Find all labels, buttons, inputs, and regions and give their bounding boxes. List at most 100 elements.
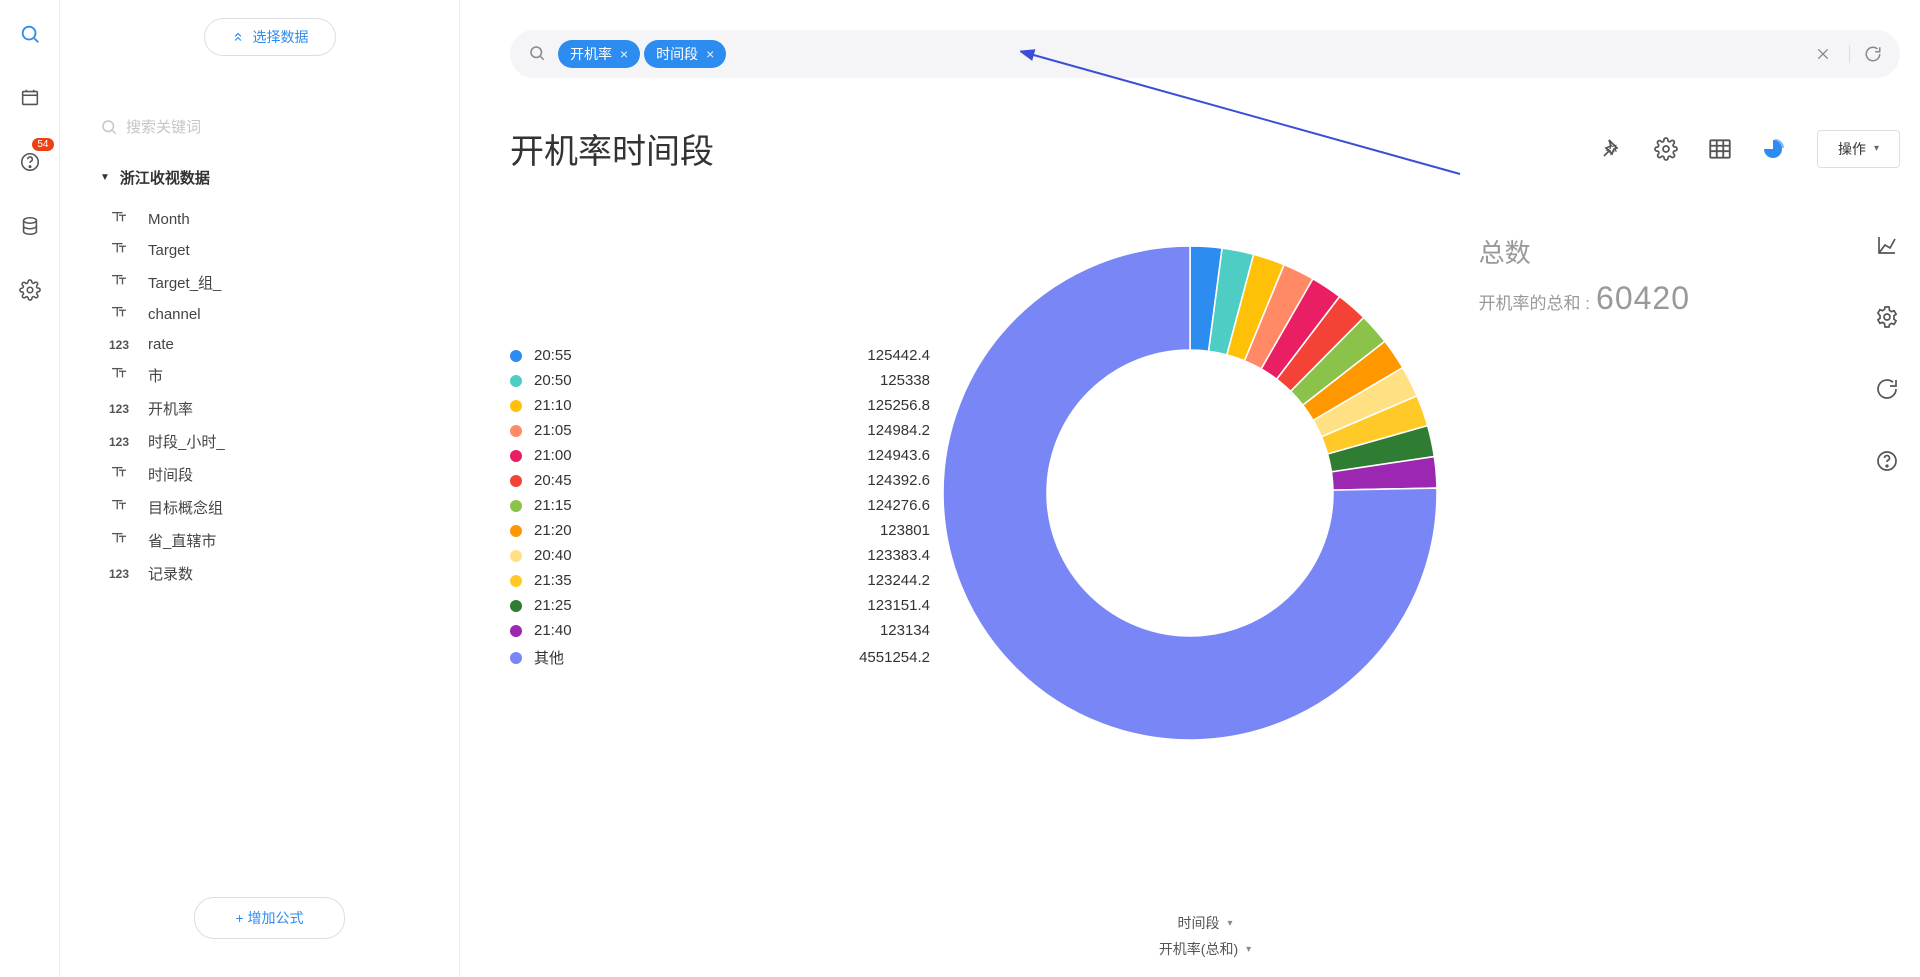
legend-swatch: [510, 450, 522, 462]
field-item[interactable]: Target_组_: [100, 266, 439, 299]
gear-icon[interactable]: [1653, 136, 1679, 162]
select-data-button[interactable]: 选择数据: [204, 18, 336, 56]
field-item[interactable]: 目标概念组: [100, 491, 439, 524]
field-name: 时间段: [148, 464, 193, 485]
legend: 20:55125442.420:5012533821:10125256.821:…: [510, 233, 930, 977]
legend-value: 123801: [880, 522, 930, 539]
legend-label: 21:20: [534, 522, 572, 539]
legend-value: 124984.2: [867, 422, 930, 439]
legend-label: 21:00: [534, 447, 572, 464]
legend-label: 20:55: [534, 347, 572, 364]
legend-value: 124276.6: [867, 497, 930, 514]
legend-swatch: [510, 425, 522, 437]
chevron-down-icon: ▾: [1246, 944, 1251, 955]
legend-swatch: [510, 575, 522, 587]
legend-label: 20:40: [534, 547, 572, 564]
help-icon[interactable]: [1872, 446, 1902, 476]
number-type-icon: 123: [106, 567, 132, 581]
axis-icon[interactable]: [1872, 230, 1902, 260]
chart-area: 20:55125442.420:5012533821:10125256.821:…: [510, 173, 1900, 977]
bottom-measure[interactable]: 开机率(总和)▾: [1159, 939, 1251, 959]
search-bar[interactable]: 开机率 × 时间段×: [510, 30, 1900, 78]
chip-close-icon[interactable]: ×: [620, 46, 628, 62]
field-item[interactable]: 123rate: [100, 330, 439, 359]
legend-item[interactable]: 20:55 125442.4: [510, 343, 930, 368]
toolbar-icons: [1599, 136, 1787, 162]
pin-icon[interactable]: [1599, 136, 1625, 162]
legend-label: 20:45: [534, 472, 572, 489]
legend-swatch: [510, 625, 522, 637]
legend-item[interactable]: 21:40 123134: [510, 618, 930, 643]
clear-icon[interactable]: [1815, 46, 1831, 62]
legend-label: 21:40: [534, 622, 572, 639]
legend-label: 21:25: [534, 597, 572, 614]
rail-search[interactable]: [10, 14, 50, 54]
rail-help-badge: 54: [32, 138, 53, 151]
rail-settings[interactable]: [10, 270, 50, 310]
chevron-down-icon: ▾: [1227, 918, 1232, 929]
text-type-icon: [106, 241, 132, 260]
refresh-icon[interactable]: [1849, 45, 1882, 63]
field-name: 目标概念组: [148, 497, 223, 518]
legend-item[interactable]: 21:10125256.8: [510, 393, 930, 418]
refresh-icon[interactable]: [1872, 374, 1902, 404]
legend-value: 125338: [880, 372, 930, 389]
rail-help[interactable]: 54: [10, 142, 50, 182]
legend-item[interactable]: 21:25123151.4: [510, 593, 930, 618]
float-tools: [1872, 230, 1902, 476]
legend-item[interactable]: 21:00124943.6: [510, 443, 930, 468]
ops-button[interactable]: 操作 ▾: [1817, 130, 1900, 168]
legend-label: 20:50: [534, 372, 572, 389]
gear-icon[interactable]: [1872, 302, 1902, 332]
legend-label: 21:10: [534, 397, 572, 414]
legend-value: 125442.4: [867, 347, 930, 364]
legend-value: 4551254.2: [859, 649, 930, 666]
legend-value: 124392.6: [867, 472, 930, 489]
totals-value: 60420: [1596, 280, 1690, 317]
field-item[interactable]: 123开机率: [100, 392, 439, 425]
tree-header[interactable]: ▼ 浙江收视数据: [100, 167, 439, 188]
number-type-icon: 123: [106, 435, 132, 449]
legend-label: 21:35: [534, 572, 572, 589]
field-item[interactable]: 123记录数: [100, 557, 439, 590]
field-item[interactable]: 123时段_小时_: [100, 425, 439, 458]
add-formula-button[interactable]: + 增加公式: [194, 897, 344, 939]
legend-item[interactable]: 20:45 124392.6: [510, 468, 930, 493]
table-icon[interactable]: [1707, 136, 1733, 162]
chip-label: 开机率: [570, 44, 612, 64]
legend-item[interactable]: 21:15124276.6: [510, 493, 930, 518]
bottom-dim[interactable]: 时间段▾: [1177, 913, 1232, 933]
sidebar: 选择数据 搜索关键词 ▼ 浙江收视数据 MonthTargetTarget_组_…: [60, 0, 460, 977]
text-type-icon: [106, 210, 132, 229]
legend-item[interactable]: 21:35 123244.2: [510, 568, 930, 593]
legend-item[interactable]: 20:50 125338: [510, 368, 930, 393]
legend-value: 123383.4: [867, 547, 930, 564]
caret-down-icon: ▼: [100, 172, 110, 183]
field-item[interactable]: 时间段: [100, 458, 439, 491]
rail-pinboard[interactable]: [10, 78, 50, 118]
legend-item[interactable]: 21:20 123801: [510, 518, 930, 543]
main: 开机率 × 时间段× 开机率时间段 操作 ▾: [460, 0, 1920, 977]
title-row: 开机率时间段 操作 ▾: [510, 124, 1900, 173]
pie-icon[interactable]: [1761, 136, 1787, 162]
donut-chart[interactable]: [930, 233, 1450, 753]
field-item[interactable]: channel: [100, 299, 439, 330]
legend-item[interactable]: 其他4551254.2: [510, 643, 930, 672]
rail-data[interactable]: [10, 206, 50, 246]
sidebar-search[interactable]: 搜索关键词: [100, 116, 439, 137]
text-type-icon: [106, 531, 132, 550]
legend-value: 123134: [880, 622, 930, 639]
field-item[interactable]: Month: [100, 204, 439, 235]
legend-item[interactable]: 20:40 123383.4: [510, 543, 930, 568]
field-name: rate: [148, 336, 174, 353]
field-item[interactable]: 市: [100, 359, 439, 392]
filter-chip[interactable]: 时间段×: [644, 40, 726, 68]
filter-chip[interactable]: 开机率 ×: [558, 40, 640, 68]
chip-close-icon[interactable]: ×: [706, 46, 714, 62]
search-icon: [528, 44, 546, 65]
legend-item[interactable]: 21:05124984.2: [510, 418, 930, 443]
legend-value: 123244.2: [867, 572, 930, 589]
legend-swatch: [510, 400, 522, 412]
field-item[interactable]: 省_直辖市: [100, 524, 439, 557]
field-item[interactable]: Target: [100, 235, 439, 266]
